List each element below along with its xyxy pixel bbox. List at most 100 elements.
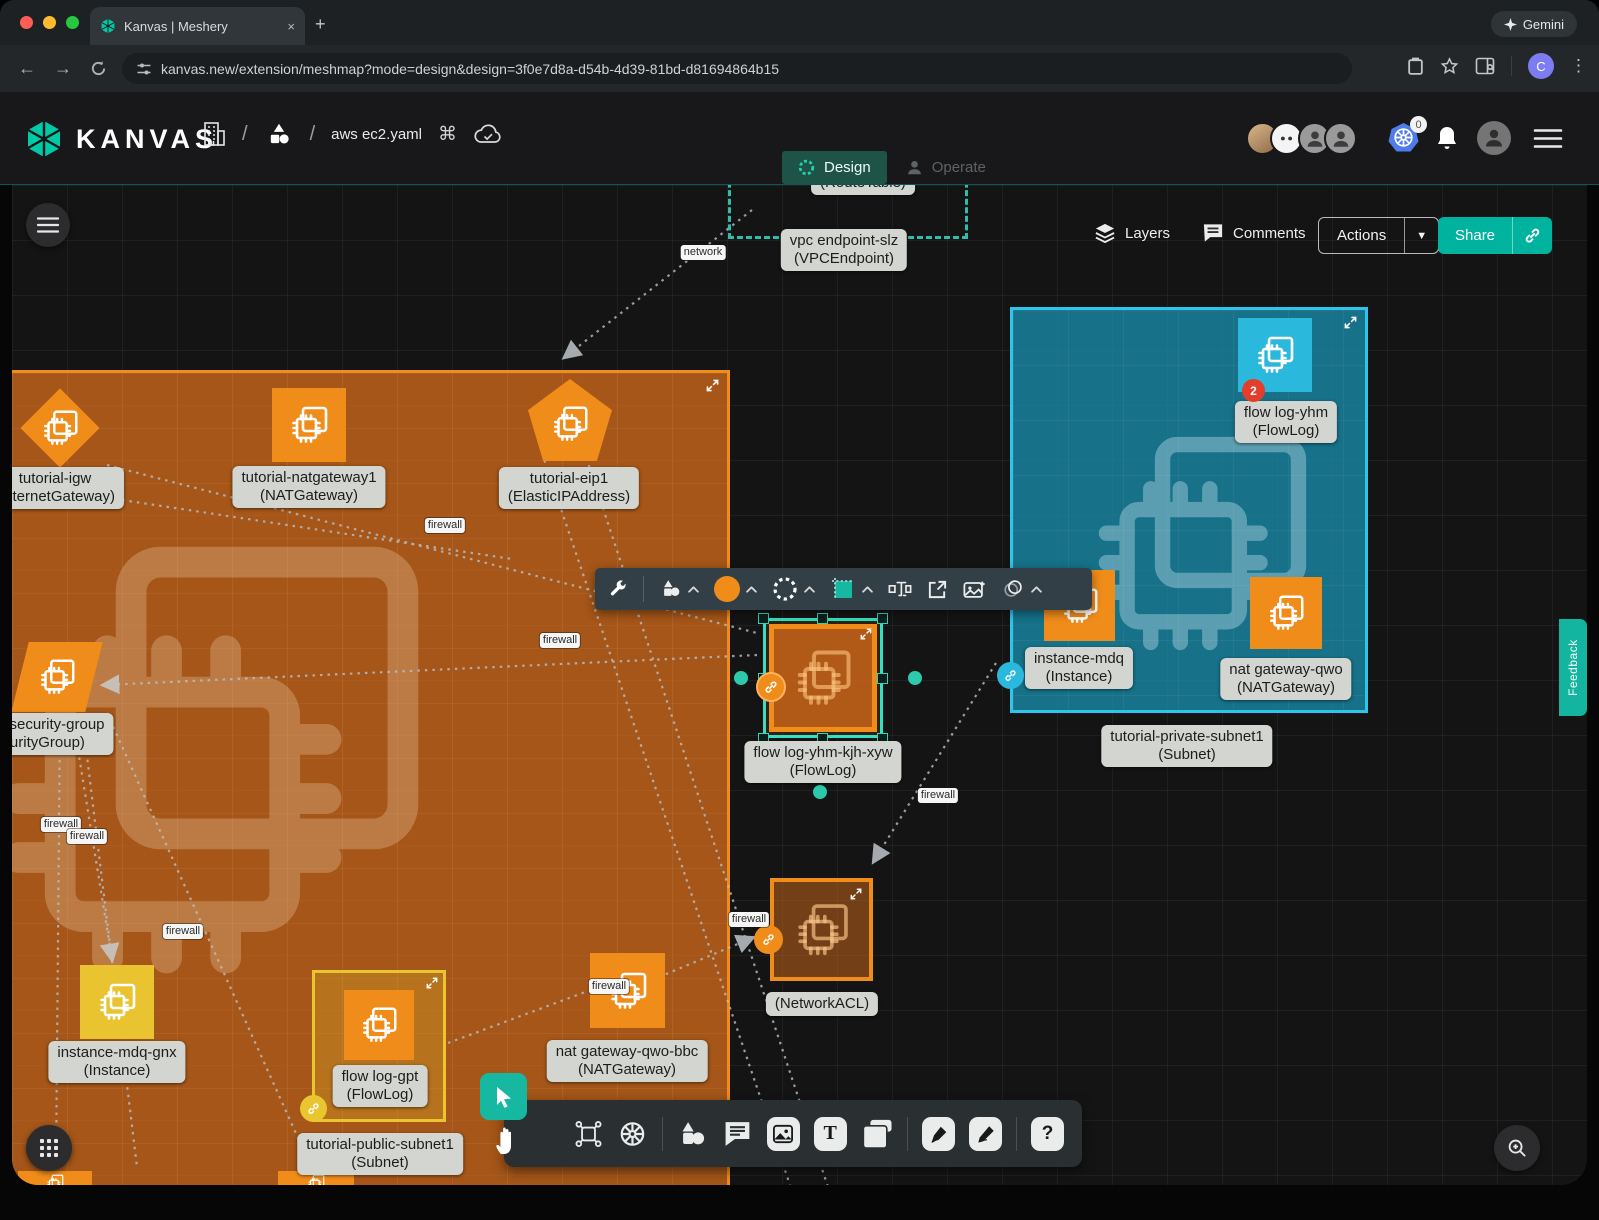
grid-apps-button[interactable] [26,1125,72,1171]
reading-mode-icon[interactable] [1475,57,1495,75]
meshsync-tool[interactable] [574,1120,603,1148]
url-bar[interactable]: kanvas.new/extension/meshmap?mode=design… [122,53,1352,84]
tab-design[interactable]: Design [782,151,887,184]
traffic-close-button[interactable] [20,16,33,29]
design-file-name[interactable]: aws ec2.yaml [331,126,422,143]
profile-avatar[interactable]: C [1528,53,1554,79]
select-tool[interactable] [480,1073,527,1120]
connection-handle[interactable] [300,1095,327,1122]
node-label-flow-log-yhm[interactable]: flow log-yhm(FlowLog) [1235,401,1337,443]
cloud-sync-icon[interactable] [473,123,503,145]
user-avatar-button[interactable] [1477,121,1511,155]
node-flow-log-gpt[interactable] [344,990,414,1060]
border-style-button[interactable] [772,576,815,602]
tab-close-icon[interactable]: × [287,19,295,34]
kanvas-logo-icon[interactable] [24,119,64,159]
design-canvas[interactable]: Layers Comments Actions ▼ Share (RouteTa… [12,185,1587,1185]
bookmark-star-icon[interactable] [1440,57,1459,76]
node-nat-gateway-qwo[interactable] [1250,577,1322,649]
collapse-icon[interactable] [706,379,719,392]
image-tool[interactable] [767,1117,800,1151]
node-instance-gnx[interactable] [80,965,154,1039]
group-style-button[interactable] [830,576,873,602]
node-label-route-table[interactable]: (RouteTable) [811,185,915,195]
browser-menu-icon[interactable]: ⋮ [1570,56,1587,76]
configure-wrench-icon[interactable] [609,580,628,599]
lasso-button[interactable] [1002,578,1042,600]
node-label-internet-gateway[interactable]: tutorial-igw(InternetGateway) [12,467,124,509]
pan-tool[interactable] [492,1123,520,1162]
node-label-elastic-ip[interactable]: tutorial-eip1(ElasticIPAddress) [499,467,639,509]
node-label-nat-gateway-1[interactable]: tutorial-natgateway1(NATGateway) [232,466,385,508]
node-label-instance-mdq[interactable]: instance-mdq(Instance) [1025,647,1133,689]
notifications-bell-icon[interactable] [1435,125,1459,151]
browser-tab[interactable]: Kanvas | Meshery × [90,7,305,45]
resize-handle[interactable] [817,613,828,624]
actions-button[interactable]: Actions ▼ [1318,217,1439,254]
collapse-icon[interactable] [1344,316,1357,329]
hamburger-menu-icon[interactable] [1533,128,1563,149]
kanvas-logo-text[interactable]: KANVAS [76,124,218,155]
shapes-tool[interactable] [677,1119,708,1149]
organization-icon[interactable] [200,119,226,149]
node-label-public-subnet[interactable]: tutorial-public-subnet1(Subnet) [297,1133,463,1175]
canvas-menu-button[interactable] [26,203,70,247]
zoom-button[interactable] [1494,1125,1540,1171]
node-label-security-group[interactable]: tutorial-security-group(SecurityGroup) [12,713,114,755]
node-label-instance-gnx[interactable]: instance-mdq-gnx(Instance) [48,1041,185,1083]
rename-icon[interactable] [888,579,912,599]
tab-operate[interactable]: Operate [905,158,986,177]
feedback-tab[interactable]: Feedback [1559,619,1587,716]
forward-button[interactable]: → [54,58,72,79]
comment-tool[interactable] [722,1119,753,1149]
collapse-icon[interactable] [426,977,438,989]
text-tool[interactable]: T [814,1117,847,1151]
node-label-flow-log-selected[interactable]: flow log-yhm-kjh-xyw(FlowLog) [744,741,901,783]
designs-icon[interactable] [264,120,294,148]
node-label-private-subnet[interactable]: tutorial-private-subnet1(Subnet) [1101,725,1272,767]
resize-handle[interactable] [877,673,888,684]
back-button[interactable]: ← [18,58,36,79]
resize-handle[interactable] [877,613,888,624]
add-image-icon[interactable] [963,579,987,600]
connection-handle[interactable] [756,672,786,702]
open-in-new-icon[interactable] [927,579,948,600]
collapse-icon[interactable] [850,888,862,900]
layers-button[interactable]: Layers [1094,223,1170,243]
node-partial[interactable] [18,1171,92,1185]
node-label-vpc-endpoint[interactable]: vpc endpoint-slz(VPCEndpoint) [781,229,907,271]
command-shortcut-icon[interactable]: ⌘ [438,123,457,146]
actions-caret-icon[interactable]: ▼ [1405,230,1438,242]
pen-tool[interactable] [922,1117,955,1151]
node-security-group[interactable] [18,640,96,714]
shapes-menu-button[interactable] [659,578,699,600]
traffic-minimize-button[interactable] [43,16,56,29]
connection-handle[interactable] [997,662,1024,689]
help-button[interactable]: ? [1031,1117,1064,1151]
k8s-context-switcher[interactable]: 0 [1388,122,1419,158]
comments-button[interactable]: Comments [1202,223,1306,243]
node-label-nat-gateway-qwo[interactable]: nat gateway-qwo(NATGateway) [1220,658,1351,700]
collapse-icon[interactable] [860,628,872,640]
collaborator-avatar[interactable] [1324,122,1357,155]
node-nat-gateway-1[interactable] [272,388,346,462]
notification-count-badge[interactable]: 2 [1242,379,1265,402]
color-picker-button[interactable] [714,576,757,602]
resize-handle[interactable] [758,613,769,624]
site-settings-icon[interactable] [136,61,152,77]
connection-handle[interactable] [754,925,783,954]
share-button[interactable]: Share [1438,217,1552,254]
node-label-nat-gateway-bbc[interactable]: nat gateway-qwo-bbc(NATGateway) [547,1040,708,1082]
kubernetes-tool[interactable] [617,1118,648,1150]
reload-button[interactable] [90,60,107,77]
save-icon[interactable] [1407,57,1424,76]
gemini-button[interactable]: Gemini [1491,11,1577,37]
node-internet-gateway[interactable] [24,392,96,464]
traffic-zoom-button[interactable] [66,16,79,29]
node-elastic-ip[interactable] [528,379,612,461]
node-network-acl[interactable] [770,878,873,981]
node-label-flow-log-gpt[interactable]: flow log-gpt(FlowLog) [333,1065,428,1107]
node-label-network-acl[interactable]: (NetworkACL) [766,992,878,1016]
new-tab-button[interactable]: + [315,14,326,35]
pencil-tool[interactable] [969,1117,1002,1151]
